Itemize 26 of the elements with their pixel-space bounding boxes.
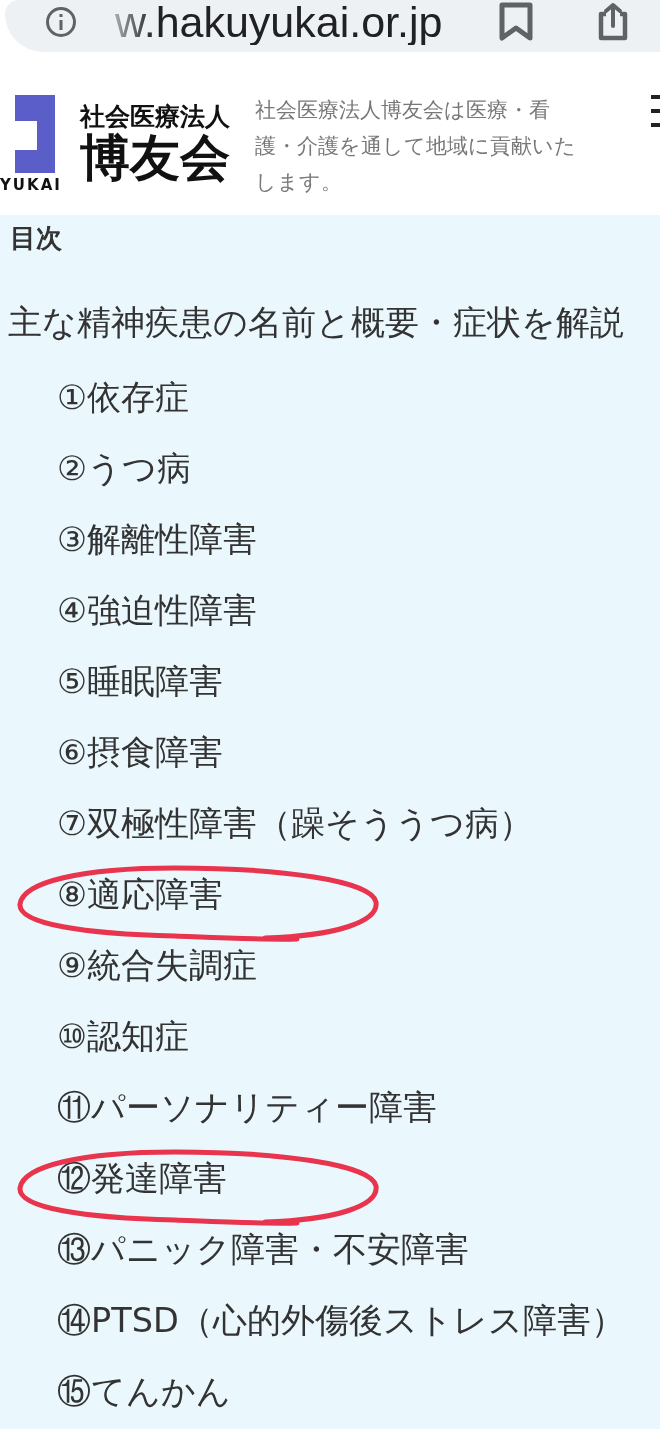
tagline: 社会医療法人博友会は医療・看護・介護を通して地域に貢献いたします。 bbox=[255, 97, 577, 196]
toc-link[interactable]: ⑪パーソナリティー障害 bbox=[57, 1072, 437, 1143]
share-icon[interactable] bbox=[596, 2, 630, 42]
toc-link[interactable]: ⑥摂食障害 bbox=[57, 717, 224, 788]
toc-link[interactable]: ⑬パニック障害・不安障害 bbox=[57, 1214, 469, 1285]
toc-link[interactable]: ①依存症 bbox=[57, 362, 190, 433]
toc-link[interactable]: ⑭PTSD（心的外傷後ストレス障害） bbox=[57, 1285, 625, 1356]
logo-title: 博友会 bbox=[80, 131, 230, 185]
info-icon[interactable] bbox=[45, 6, 77, 38]
toc-link[interactable]: ②うつ病 bbox=[57, 433, 192, 504]
bookmark-icon[interactable] bbox=[498, 2, 534, 42]
toc-link[interactable]: ⑮てんかん bbox=[57, 1356, 231, 1427]
toc-link[interactable]: ④強迫性障害 bbox=[57, 575, 258, 646]
toc-link[interactable]: ⑤睡眠障害 bbox=[57, 646, 224, 717]
toc-title: 目次 bbox=[10, 222, 62, 255]
url-text: w.hakuyukai.or.jp bbox=[115, 0, 443, 45]
toc-link[interactable]: ⑦双極性障害（躁そううつ病） bbox=[57, 788, 534, 859]
logo-subtitle: 社会医療法人 bbox=[80, 103, 230, 131]
toc-link[interactable]: 主な精神疾患の名前と概要・症状を解説 bbox=[8, 287, 624, 358]
logo-caption: YUKAI bbox=[0, 176, 62, 194]
address-bar[interactable]: w.hakuyukai.or.jp bbox=[5, 0, 660, 52]
toc-link[interactable]: ③解離性障害 bbox=[57, 504, 258, 575]
toc-link[interactable]: ⑧適応障害 bbox=[57, 859, 224, 930]
toc-link[interactable]: ⑫発達障害 bbox=[57, 1143, 227, 1214]
toc-link[interactable]: ⑨統合失調症 bbox=[57, 930, 258, 1001]
toc-link[interactable]: ⑩認知症 bbox=[57, 1001, 190, 1072]
